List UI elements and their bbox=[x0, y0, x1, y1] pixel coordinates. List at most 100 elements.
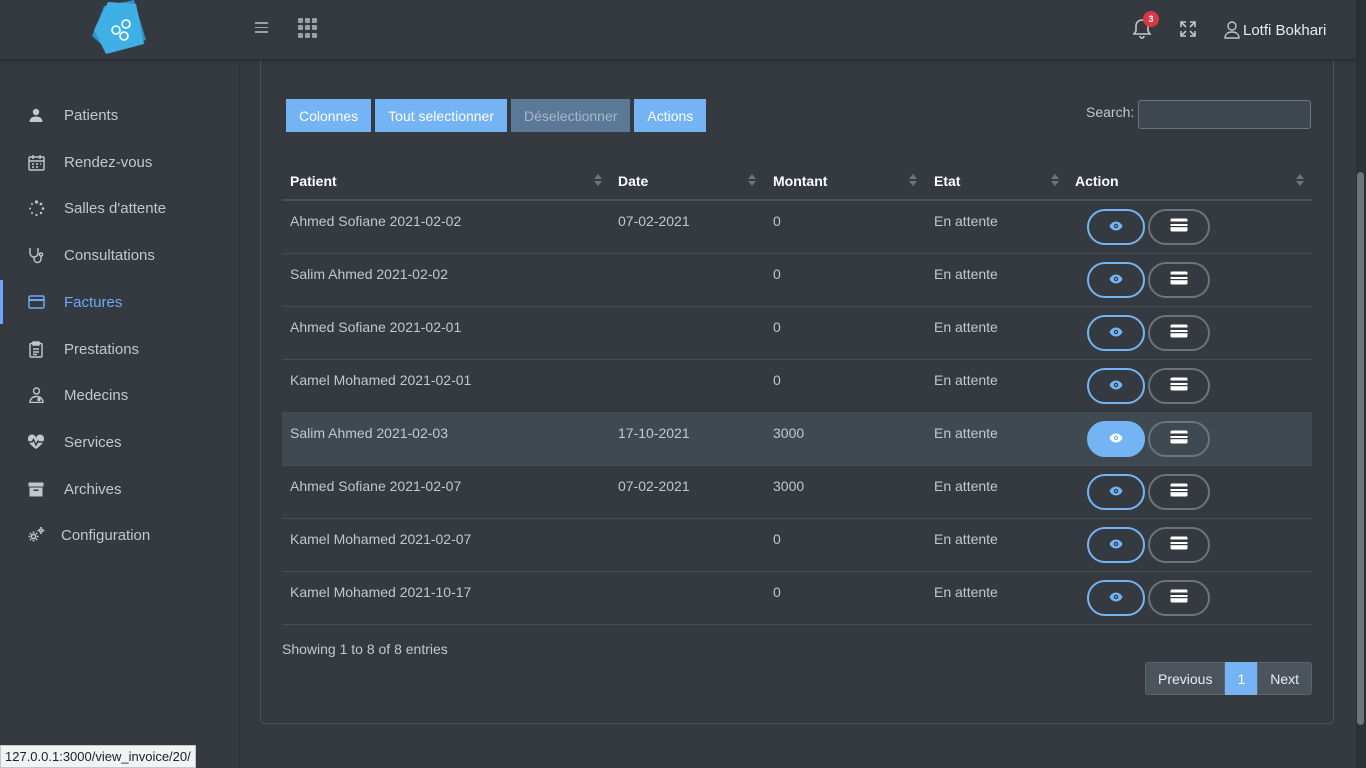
deselect-button[interactable]: Déselectionner bbox=[511, 99, 631, 132]
credit-card-icon bbox=[1170, 536, 1188, 555]
cogs-icon bbox=[26, 525, 46, 545]
view-invoice-button[interactable] bbox=[1087, 527, 1145, 563]
columns-button[interactable]: Colonnes bbox=[286, 99, 372, 132]
cell-montant: 3000 bbox=[773, 478, 805, 494]
pay-invoice-button[interactable] bbox=[1148, 368, 1210, 404]
view-invoice-button[interactable] bbox=[1087, 368, 1145, 404]
eye-icon bbox=[1109, 218, 1123, 236]
page-1-button[interactable]: 1 bbox=[1225, 662, 1258, 695]
view-invoice-button[interactable] bbox=[1087, 315, 1145, 351]
sidebar-item-label: Archives bbox=[64, 480, 122, 498]
user-menu[interactable]: Lotfi Bokhari bbox=[1224, 18, 1326, 42]
column-header-date[interactable]: Date bbox=[610, 163, 648, 199]
view-invoice-button[interactable] bbox=[1087, 474, 1145, 510]
sidebar-item-label: Consultations bbox=[64, 246, 155, 264]
credit-card-icon bbox=[1170, 483, 1188, 502]
sidebar-item-configuration[interactable]: Configuration bbox=[0, 513, 239, 557]
pay-invoice-button[interactable] bbox=[1148, 262, 1210, 298]
calendar-icon bbox=[26, 152, 46, 172]
sidebar-item-factures[interactable]: Factures bbox=[0, 280, 239, 324]
sidebar-item-medecins[interactable]: Medecins bbox=[0, 373, 239, 417]
sidebar-item-label: Medecins bbox=[64, 386, 129, 404]
view-invoice-button[interactable] bbox=[1087, 262, 1145, 298]
sort-icon[interactable] bbox=[594, 174, 602, 188]
pagination: Previous 1 Next bbox=[1145, 662, 1313, 695]
cell-patient: Ahmed Sofiane 2021-02-01 bbox=[290, 319, 462, 335]
table-row[interactable]: Kamel Mohamed 2021-02-07 0 En attente bbox=[282, 519, 1312, 572]
credit-card-icon bbox=[1170, 324, 1188, 343]
table-row[interactable]: Ahmed Sofiane 2021-02-01 0 En attente bbox=[282, 307, 1312, 360]
sort-icon[interactable] bbox=[909, 174, 917, 188]
scrollbar-thumb[interactable] bbox=[1357, 172, 1364, 725]
pay-invoice-button[interactable] bbox=[1148, 474, 1210, 510]
notification-badge: 3 bbox=[1143, 11, 1159, 27]
next-page-button[interactable]: Next bbox=[1257, 662, 1313, 695]
menu-toggle-icon[interactable] bbox=[252, 19, 272, 39]
view-invoice-button[interactable] bbox=[1087, 580, 1145, 616]
fullscreen-icon[interactable] bbox=[1178, 19, 1198, 39]
pay-invoice-button[interactable] bbox=[1148, 315, 1210, 351]
cell-patient: Kamel Mohamed 2021-02-07 bbox=[290, 531, 472, 547]
table-row[interactable]: Kamel Mohamed 2021-10-17 0 En attente bbox=[282, 572, 1312, 625]
eye-icon bbox=[1109, 589, 1123, 607]
sidebar-item-archives[interactable]: Archives bbox=[0, 467, 239, 511]
credit-card-icon bbox=[1170, 430, 1188, 449]
sidebar-item-label: Prestations bbox=[64, 340, 140, 358]
sort-icon[interactable] bbox=[1051, 174, 1059, 188]
cell-etat: En attente bbox=[934, 372, 998, 388]
pay-invoice-button[interactable] bbox=[1148, 527, 1210, 563]
table-row[interactable]: Salim Ahmed 2021-02-03 17-10-2021 3000 En a… bbox=[282, 413, 1312, 466]
column-header-patient[interactable]: Patient bbox=[282, 163, 337, 199]
actions-button[interactable]: Actions bbox=[634, 99, 707, 132]
sidebar-item-services[interactable]: Services bbox=[0, 420, 239, 464]
spinner-icon bbox=[26, 198, 46, 218]
view-invoice-button[interactable] bbox=[1087, 209, 1145, 245]
pay-invoice-button[interactable] bbox=[1148, 421, 1210, 457]
credit-card-icon bbox=[1170, 271, 1188, 290]
table-header: Patient Date Montant Etat Action bbox=[282, 163, 1312, 201]
pay-invoice-button[interactable] bbox=[1148, 209, 1210, 245]
user-icon bbox=[26, 105, 46, 125]
pay-invoice-button[interactable] bbox=[1148, 580, 1210, 616]
search-input[interactable] bbox=[1138, 100, 1311, 129]
sidebar-item-salles-attente[interactable]: Salles d'attente bbox=[0, 186, 239, 230]
user-icon bbox=[1224, 21, 1240, 39]
invoices-table: Patient Date Montant Etat Action Ahmed S… bbox=[282, 163, 1312, 625]
sidebar-item-patients[interactable]: Patients bbox=[0, 93, 239, 137]
table-row[interactable]: Ahmed Sofiane 2021-02-07 07-02-2021 3000 En… bbox=[282, 466, 1312, 519]
apps-grid-icon[interactable] bbox=[297, 17, 319, 39]
cell-date: 07-02-2021 bbox=[618, 478, 690, 494]
sidebar-item-label: Rendez-vous bbox=[64, 153, 153, 171]
cell-etat: En attente bbox=[934, 531, 998, 547]
table-row[interactable]: Salim Ahmed 2021-02-02 0 En attente bbox=[282, 254, 1312, 307]
select-all-button[interactable]: Tout selectionner bbox=[375, 99, 507, 132]
column-header-action[interactable]: Action bbox=[1067, 163, 1119, 199]
column-header-montant[interactable]: Montant bbox=[765, 163, 827, 199]
cell-montant: 0 bbox=[773, 266, 781, 282]
heartbeat-icon bbox=[26, 432, 46, 452]
previous-page-button[interactable]: Previous bbox=[1145, 662, 1226, 695]
view-invoice-button[interactable] bbox=[1087, 421, 1145, 457]
app-logo[interactable] bbox=[90, 0, 150, 56]
table-info: Showing 1 to 8 of 8 entries bbox=[282, 641, 448, 657]
cell-etat: En attente bbox=[934, 584, 998, 600]
table-row[interactable]: Kamel Mohamed 2021-02-01 0 En attente bbox=[282, 360, 1312, 413]
eye-icon bbox=[1109, 430, 1123, 448]
sidebar-item-label: Configuration bbox=[61, 526, 151, 544]
archive-icon bbox=[26, 479, 46, 499]
cell-patient: Ahmed Sofiane 2021-02-07 bbox=[290, 478, 462, 494]
sidebar-item-consultations[interactable]: Consultations bbox=[0, 233, 239, 277]
sort-icon[interactable] bbox=[1296, 174, 1304, 188]
column-header-etat[interactable]: Etat bbox=[926, 163, 960, 199]
sidebar-item-prestations[interactable]: Prestations bbox=[0, 327, 239, 371]
sidebar-item-rendez-vous[interactable]: Rendez-vous bbox=[0, 140, 239, 184]
doctor-icon bbox=[26, 385, 46, 405]
table-toolbar: Colonnes Tout selectionner Déselectionne… bbox=[286, 99, 710, 132]
eye-icon bbox=[1109, 271, 1123, 289]
cell-patient: Salim Ahmed 2021-02-03 bbox=[290, 425, 448, 441]
sort-icon[interactable] bbox=[748, 174, 756, 188]
cell-date: 17-10-2021 bbox=[618, 425, 690, 441]
top-navbar: 3 Lotfi Bokhari bbox=[0, 0, 1356, 60]
table-row[interactable]: Ahmed Sofiane 2021-02-02 07-02-2021 0 En at… bbox=[282, 201, 1312, 254]
eye-icon bbox=[1109, 324, 1123, 342]
